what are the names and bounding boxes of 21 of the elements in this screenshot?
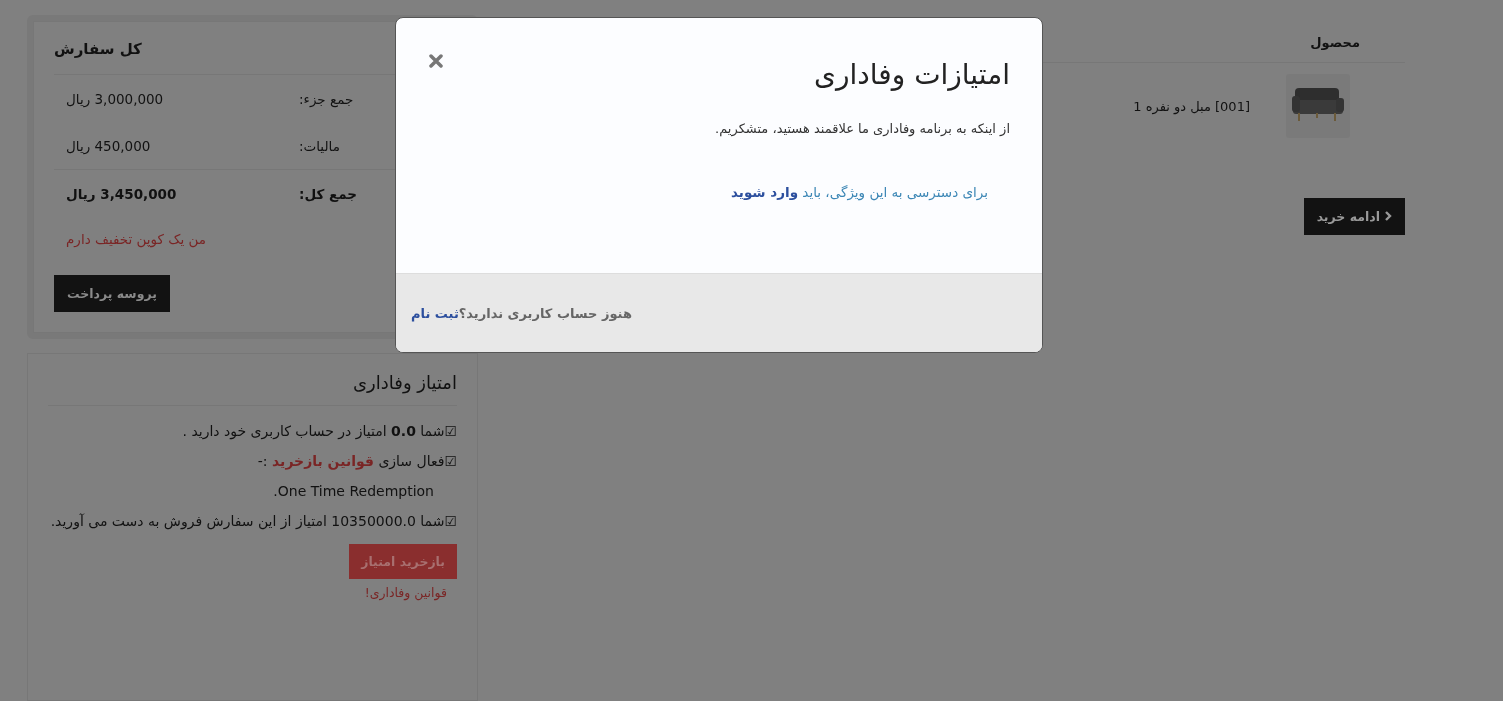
loyalty-title: امتیاز وفاداری bbox=[48, 372, 457, 406]
signup-link[interactable]: ثبت نام bbox=[411, 305, 459, 321]
summary-label: جمع جزء: bbox=[299, 91, 355, 107]
loyalty-text: ☑شما 10350000.0 امتیاز از این سفارش فروش به دست می آورید. bbox=[50, 513, 457, 529]
login-prompt: برای دسترسی به این ویژگی، باید bbox=[801, 184, 988, 200]
loyalty-text: :- bbox=[257, 453, 269, 469]
summary-value: 3,000,000 ریال bbox=[66, 91, 165, 107]
summary-value: 3,450,000 ریال bbox=[66, 186, 178, 202]
loyalty-text: ☑فعال سازی bbox=[377, 453, 457, 469]
loyalty-text: One Time Redemption. bbox=[273, 483, 434, 499]
summary-value: 450,000 ریال bbox=[66, 138, 152, 154]
continue-shopping-button[interactable]: ادامه خرید bbox=[1303, 198, 1405, 235]
product-name: [001] مبل دو نفره 1 bbox=[1133, 98, 1250, 114]
close-icon[interactable] bbox=[429, 54, 443, 68]
checkout-button[interactable]: پروسه پرداخت bbox=[54, 275, 170, 312]
footer-text: هنوز حساب کاربری ندارید؟ bbox=[458, 305, 632, 321]
summary-label: مالیات: bbox=[299, 138, 341, 154]
dialog-message: از اینکه به برنامه وفاداری ما علاقمند هستید، متشکریم. bbox=[714, 121, 1010, 136]
chevron-icon bbox=[1384, 211, 1392, 221]
login-link[interactable]: وارد شوید bbox=[731, 184, 799, 200]
summary-label: جمع کل: bbox=[299, 186, 358, 202]
